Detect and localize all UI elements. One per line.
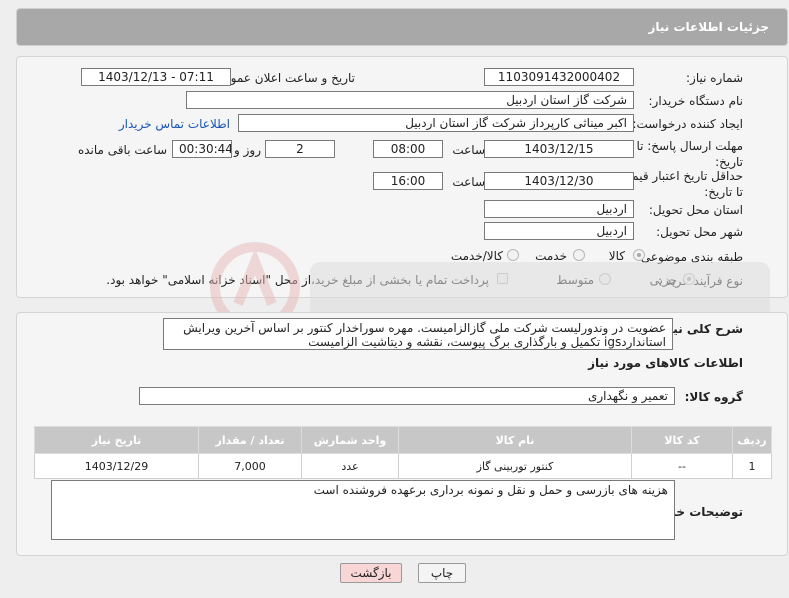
cell-date: 1403/12/29 xyxy=(34,453,199,479)
buyer-org-label: نام دستگاه خریدار: xyxy=(648,94,744,108)
goods-section-title: اطلاعات کالاهای مورد نیاز xyxy=(588,356,743,370)
category-goods-service-radio[interactable] xyxy=(507,249,519,261)
deadline-date-field[interactable]: 1403/12/15 xyxy=(484,140,634,158)
goods-group-label: گروه کالا: xyxy=(684,390,743,404)
days-field[interactable]: 2 xyxy=(265,140,335,158)
category-goods-radio[interactable] xyxy=(633,249,645,261)
col-name: نام کالا xyxy=(398,426,632,454)
buyer-org-field[interactable]: شرکت گاز استان اردبیل xyxy=(186,91,634,109)
announce-field[interactable]: 1403/12/13 - 07:11 xyxy=(81,68,231,86)
col-date: تاریخ نیاز xyxy=(34,426,199,454)
page-title: جزئیات اطلاعات نیاز xyxy=(648,20,769,34)
table-row[interactable]: 1 -- کنتور توربینی گاز عدد 7,000 1403/12… xyxy=(34,453,772,479)
province-label: استان محل تحویل: xyxy=(648,203,743,217)
deadline-time-label: ساعت xyxy=(452,143,485,157)
creator-field[interactable]: اکبر میناثی کارپرداز شرکت گاز استان اردب… xyxy=(238,114,634,132)
city-field[interactable]: اردبیل xyxy=(484,222,634,240)
need-number-label: شماره نیاز: xyxy=(686,71,743,85)
cell-row: 1 xyxy=(732,453,772,479)
creator-label: ایجاد کننده درخواست: xyxy=(632,117,743,131)
cell-qty: 7,000 xyxy=(198,453,302,479)
process-minor-label: جزیی xyxy=(649,273,677,287)
contact-buyer-link[interactable]: اطلاعات تماس خریدار xyxy=(119,117,230,131)
back-button[interactable]: بازگشت xyxy=(340,563,402,583)
category-service-radio[interactable] xyxy=(573,249,585,261)
days-label: روز و xyxy=(234,143,261,157)
remaining-label: ساعت باقی مانده xyxy=(77,143,167,157)
col-qty: تعداد / مقدار xyxy=(198,426,302,454)
goods-group-field[interactable]: تعمیر و نگهداری xyxy=(139,387,675,405)
treasury-payment-checkbox[interactable] xyxy=(497,273,508,284)
payment-note: پرداخت تمام یا بخشی از مبلغ خرید،از محل … xyxy=(106,273,489,287)
process-medium-radio[interactable] xyxy=(599,273,611,285)
goods-table-header: ردیف کد کالا نام کالا واحد شمارش تعداد /… xyxy=(34,426,772,454)
col-code: کد کالا xyxy=(631,426,733,454)
announce-label: تاریخ و ساعت اعلان عمومی: xyxy=(210,71,355,85)
need-number-field[interactable]: 1103091432000402 xyxy=(484,68,634,86)
deadline-label: مهلت ارسال پاسخ: تا تاریخ: xyxy=(636,139,743,169)
buyer-notes-field[interactable]: هزینه های بازرسی و حمل و نقل و نمونه برد… xyxy=(51,480,675,540)
category-label: طبقه بندی موضوعی: xyxy=(636,250,743,264)
print-button[interactable]: چاپ xyxy=(418,563,466,583)
category-goods-service-label: کالا/خدمت xyxy=(450,249,503,263)
col-unit: واحد شمارش xyxy=(301,426,399,454)
city-label: شهر محل تحویل: xyxy=(656,225,743,239)
cell-code: -- xyxy=(631,453,733,479)
province-field[interactable]: اردبیل xyxy=(484,200,634,218)
validity-time-label: ساعت xyxy=(452,175,485,189)
process-minor-radio[interactable] xyxy=(683,273,695,285)
description-field[interactable]: عضویت در وندورلیست شرکت ملی گازالزامیست.… xyxy=(163,318,673,350)
validity-date-field[interactable]: 1403/12/30 xyxy=(484,172,634,190)
col-row: ردیف xyxy=(732,426,772,454)
deadline-time-field[interactable]: 08:00 xyxy=(373,140,443,158)
process-medium-label: متوسط xyxy=(556,273,594,287)
category-service-label: خدمت xyxy=(535,249,567,263)
validity-time-field[interactable]: 16:00 xyxy=(373,172,443,190)
page-header: جزئیات اطلاعات نیاز xyxy=(16,8,788,46)
remaining-time-field[interactable]: 00:30:44 xyxy=(172,140,232,158)
category-goods-label: کالا xyxy=(608,249,625,263)
cell-unit: عدد xyxy=(301,453,399,479)
cell-name: کنتور توربینی گاز xyxy=(398,453,632,479)
goods-table: ردیف کد کالا نام کالا واحد شمارش تعداد /… xyxy=(34,426,772,479)
